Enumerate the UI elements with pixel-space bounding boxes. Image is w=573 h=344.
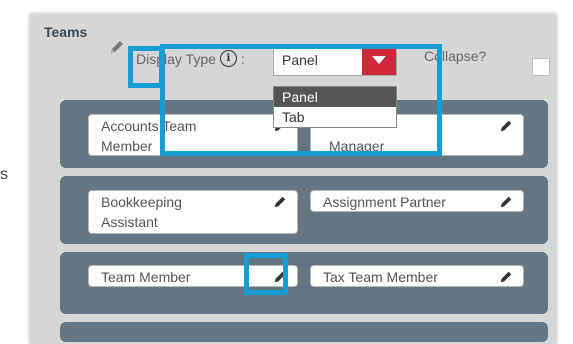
display-type-text: Display Type [136,50,216,67]
team-row [60,322,548,342]
pencil-icon[interactable] [497,268,515,286]
team-chip-team-member[interactable]: Team Member [88,265,298,287]
chip-label: Accounts Team [101,118,197,134]
team-chip-accounts-team-member[interactable]: Accounts Team Member [88,114,298,156]
pencil-icon[interactable] [497,117,515,135]
chip-label: Team Member [101,269,191,285]
collapse-checkbox[interactable] [532,58,550,76]
chip-label: Tax Team Member [323,269,438,285]
chip-label-line2: Assistant [101,214,158,230]
teams-heading: Teams [44,24,88,40]
info-icon[interactable]: i [219,50,237,67]
team-chip-assignment-partner[interactable]: Assignment Partner [310,190,524,212]
select-arrow-button[interactable] [362,45,396,75]
team-chip-tax-team-member[interactable]: Tax Team Member [310,265,524,287]
collapse-label: Collapse? [424,48,487,64]
dropdown-option-tab[interactable]: Tab [274,107,396,127]
chip-label: Assignment Partner [323,194,446,210]
pencil-icon[interactable] [271,193,289,211]
chevron-down-icon [372,56,386,64]
pencil-icon[interactable] [497,193,515,211]
display-type-label: Display Type i : [136,50,245,67]
pencil-icon[interactable] [271,268,289,286]
side-label: s [0,166,8,183]
dropdown-option-panel[interactable]: Panel [274,87,396,107]
chip-label-line2: Manager [329,138,385,154]
display-type-select[interactable]: Panel [273,44,397,76]
chip-label-line2: Member [101,138,153,154]
display-type-dropdown: Panel Tab [273,86,397,128]
display-type-colon: : [240,50,245,67]
chip-label: Bookkeeping [101,194,182,210]
select-value: Panel [282,52,318,68]
team-chip-bookkeeping-assistant[interactable]: Bookkeeping Assistant [88,190,298,234]
pencil-icon[interactable] [106,36,128,58]
